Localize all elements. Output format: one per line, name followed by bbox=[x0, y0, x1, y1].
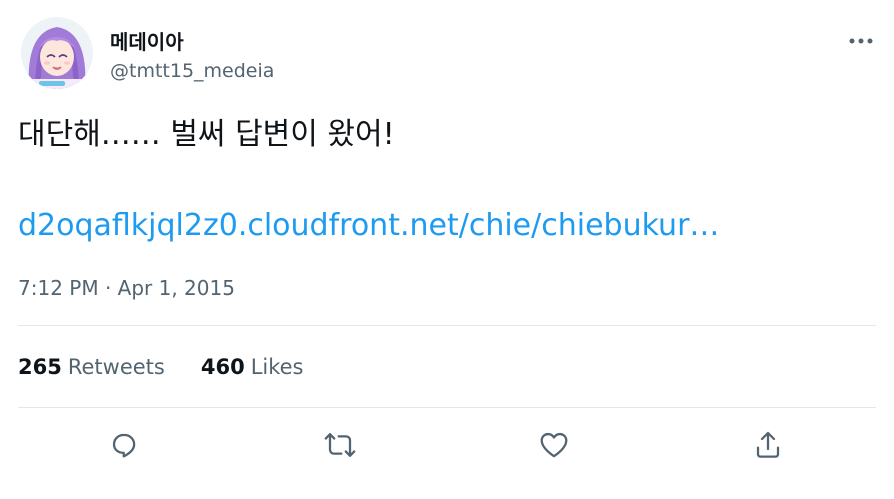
retweet-button[interactable] bbox=[318, 423, 362, 467]
divider bbox=[18, 407, 876, 408]
tweet-text: 대단해…… 벌써 답변이 왔어! bbox=[18, 117, 395, 152]
heart-icon bbox=[540, 432, 568, 458]
tweet-timestamp[interactable]: 7:12 PM · Apr 1, 2015 bbox=[18, 274, 235, 302]
more-horizontal-icon bbox=[849, 38, 873, 44]
more-options-button[interactable] bbox=[846, 26, 876, 56]
author-display-name[interactable]: 메데이아 bbox=[110, 26, 184, 55]
avatar-image bbox=[21, 17, 93, 89]
share-icon bbox=[756, 431, 780, 458]
tweet-header: 메데이아 @tmtt15_medeia bbox=[18, 14, 876, 90]
share-button[interactable] bbox=[746, 423, 790, 467]
retweets-label: Retweets bbox=[67, 355, 165, 379]
likes-count: 460 bbox=[200, 355, 245, 379]
divider bbox=[18, 325, 876, 326]
likes-stat[interactable]: 460 Likes bbox=[201, 352, 304, 382]
retweet-icon bbox=[324, 433, 356, 457]
tweet-link[interactable]: d2oqaflkjql2z0.cloudfront.net/chie/chieb… bbox=[18, 206, 719, 246]
reply-button[interactable] bbox=[102, 423, 146, 467]
reply-icon bbox=[112, 433, 136, 458]
author-handle[interactable]: @tmtt15_medeia bbox=[110, 60, 274, 82]
retweets-stat[interactable]: 265 Retweets bbox=[18, 352, 165, 382]
tweet-stats: 265 Retweets 460 Likes bbox=[18, 352, 304, 382]
likes-label: Likes bbox=[250, 355, 304, 379]
tweet-actions bbox=[0, 420, 894, 470]
like-button[interactable] bbox=[532, 423, 576, 467]
retweets-count: 265 bbox=[18, 355, 62, 379]
avatar[interactable] bbox=[21, 17, 93, 89]
